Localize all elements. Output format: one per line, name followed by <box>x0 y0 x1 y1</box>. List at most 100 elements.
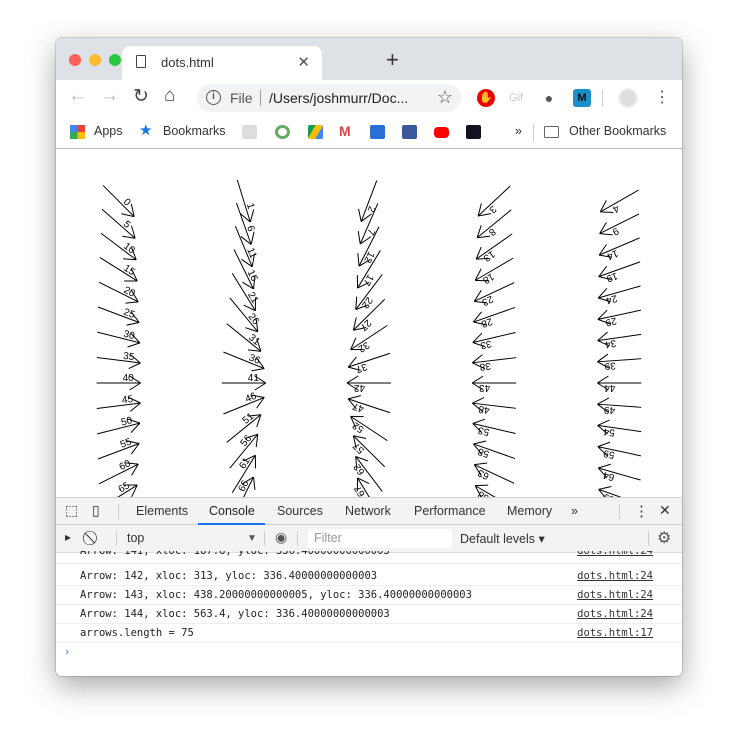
console-prompt[interactable]: › <box>56 643 682 662</box>
red-logo-icon[interactable] <box>466 125 481 139</box>
arrow: 50 <box>97 415 141 435</box>
arrow: 33 <box>472 331 516 351</box>
home-icon[interactable]: ⌂ <box>164 85 175 107</box>
close-window-button[interactable] <box>69 54 81 66</box>
console-message: Arrow: 141, xloc: 187.8, yloc: 336.40000… <box>80 551 390 557</box>
arrow: 52 <box>350 415 388 442</box>
adblock-icon[interactable]: ✋ <box>477 89 495 107</box>
divider <box>648 531 649 546</box>
arrow: 42 <box>346 375 391 393</box>
bookmark-apps[interactable]: Apps <box>94 124 123 138</box>
arrow: 3 <box>477 185 511 217</box>
console-row: Arrow: 144, xloc: 563.4, yloc: 336.40000… <box>56 605 682 624</box>
arrow-label: 11 <box>244 246 258 260</box>
arrow-label: 67 <box>352 483 367 497</box>
source-link[interactable]: dots.html:24 <box>577 570 653 582</box>
tab-console[interactable]: Console <box>209 504 255 518</box>
url-scheme: File <box>230 90 253 106</box>
inspect-icon[interactable]: ⬚ <box>65 502 78 519</box>
back-icon[interactable]: ← <box>68 85 87 107</box>
chevron-down-icon[interactable]: ▼ <box>247 533 257 544</box>
arrow-label: 34 <box>604 337 617 350</box>
menu-icon[interactable]: ⋮ <box>653 89 671 107</box>
toolbar: ← → ↻ ⌂ i File /Users/joshmurr/Doc... ☆ … <box>56 80 682 116</box>
more-tabs-button[interactable]: » <box>571 504 578 518</box>
zoom-window-button[interactable] <box>109 54 121 66</box>
close-tab-icon[interactable]: ✕ <box>297 53 310 71</box>
google-drive-icon[interactable] <box>308 125 323 139</box>
bookmarks-bar: Apps ★ Bookmarks M » Other Bookmarks <box>56 116 682 149</box>
source-link[interactable]: dots.html:17 <box>577 627 653 639</box>
arrow: 65 <box>99 480 138 497</box>
tab-network[interactable]: Network <box>345 504 391 518</box>
bookmark-other[interactable]: Other Bookmarks <box>569 124 666 138</box>
arrow-label: 49 <box>603 404 615 416</box>
bulb-icon[interactable]: ● <box>540 89 558 107</box>
tab-dots[interactable]: dots.html ✕ <box>122 46 322 80</box>
console-row: Arrow: 141, xloc: 187.8, yloc: 336.40000… <box>56 551 682 564</box>
devtools-menu-icon[interactable]: ⋮ <box>634 502 649 520</box>
tab-memory[interactable]: Memory <box>507 504 552 518</box>
arrow-label: 47 <box>351 400 365 414</box>
arrow-label: 37 <box>354 361 368 375</box>
arrow-canvas[interactable]: 0 1 2 3 4 5 6 7 8 9 10 11 12 13 14 15 16 17 18 19 20 21 22 23 24… <box>56 149 682 497</box>
arrow: 43 <box>471 375 517 393</box>
source-link[interactable]: dots.html:24 <box>577 551 653 557</box>
divider <box>533 124 534 141</box>
url-text[interactable]: /Users/joshmurr/Doc... <box>269 90 408 106</box>
settings-gear-icon[interactable]: ⚙ <box>657 528 671 548</box>
arrow-label: 32 <box>355 339 371 355</box>
arrow-label: 24 <box>604 292 618 306</box>
close-devtools-icon[interactable]: ✕ <box>659 502 671 519</box>
arrow: 29 <box>597 309 642 328</box>
arrow-label: 42 <box>353 382 365 393</box>
source-link[interactable]: dots.html:24 <box>577 589 653 601</box>
minimize-window-button[interactable] <box>89 54 101 66</box>
arrow-label: 28 <box>479 315 494 329</box>
console-message: Arrow: 142, xloc: 313, yloc: 336.4000000… <box>80 570 378 582</box>
arrow-label: 14 <box>605 247 620 262</box>
m-icon[interactable]: M <box>573 89 591 107</box>
reload-icon[interactable]: ↻ <box>133 85 149 108</box>
filter-input[interactable]: Filter <box>308 529 452 548</box>
levels-dropdown[interactable]: Default levels ▾ <box>460 531 545 546</box>
arrow-label: 65 <box>117 480 133 495</box>
sidebar-toggle-icon[interactable]: ▸ <box>65 530 71 544</box>
divider <box>260 90 261 106</box>
arrow: 31 <box>226 323 262 352</box>
bookmarks-overflow[interactable]: » <box>515 124 522 138</box>
arrow: 45 <box>96 394 141 412</box>
device-toggle-icon[interactable]: ▯ <box>92 502 100 519</box>
arrow: 64 <box>597 463 641 483</box>
context-select[interactable]: top <box>127 531 144 545</box>
source-link[interactable]: dots.html:24 <box>577 608 653 620</box>
info-icon[interactable]: i <box>206 90 221 105</box>
forward-icon[interactable]: → <box>100 85 119 107</box>
ring-icon[interactable] <box>275 125 290 139</box>
tab-performance[interactable]: Performance <box>414 504 486 518</box>
address-bar[interactable]: i File /Users/joshmurr/Doc... ☆ <box>197 84 461 112</box>
bookmark-bookmarks[interactable]: Bookmarks <box>163 124 226 138</box>
tab-sources[interactable]: Sources <box>277 504 323 518</box>
arrow-label: 25 <box>122 307 137 321</box>
arrow-label: 59 <box>602 447 616 460</box>
arrow-label: 35 <box>122 351 135 363</box>
divider <box>602 90 603 106</box>
drive-disk-icon[interactable] <box>242 125 257 139</box>
facebook-icon[interactable] <box>402 125 417 139</box>
arrow-label: 66 <box>237 478 252 493</box>
console-row: Arrow: 142, xloc: 313, yloc: 336.4000000… <box>56 567 682 586</box>
calendar-icon[interactable] <box>370 125 385 139</box>
arrow-label: 16 <box>245 268 260 283</box>
gmail-icon[interactable]: M <box>339 123 351 139</box>
arrow-label: 40 <box>123 373 135 384</box>
bookmark-star-icon[interactable]: ☆ <box>437 87 453 108</box>
gif-icon[interactable]: Gif <box>507 89 525 107</box>
youtube-icon[interactable] <box>434 127 449 138</box>
tab-elements[interactable]: Elements <box>136 504 188 518</box>
arrow-label: 45 <box>121 394 134 406</box>
new-tab-button[interactable]: + <box>386 47 399 73</box>
profile-avatar[interactable] <box>618 88 638 108</box>
eye-icon[interactable]: ◉ <box>275 529 287 546</box>
arrow-label: 6 <box>244 224 256 233</box>
